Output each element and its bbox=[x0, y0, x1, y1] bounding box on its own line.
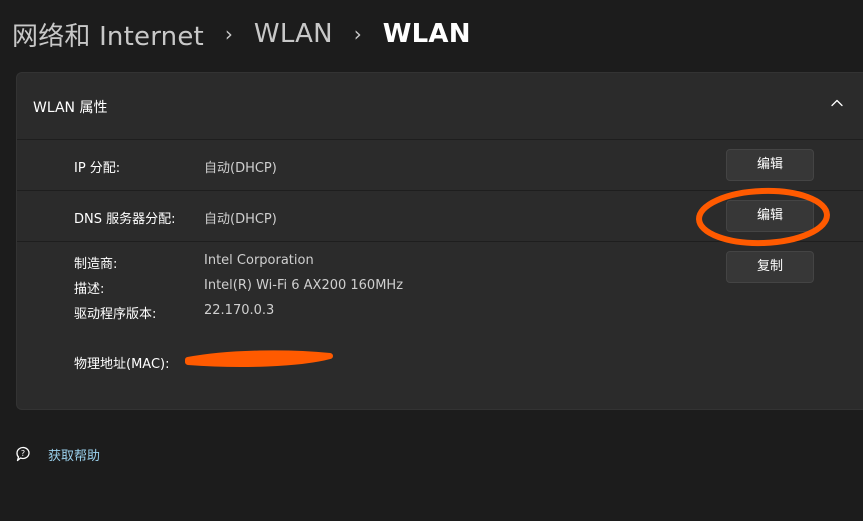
card-header[interactable]: WLAN 属性 bbox=[17, 73, 863, 140]
ip-assignment-value: 自动(DHCP) bbox=[204, 161, 277, 176]
driver-line: 驱动程序版本: 22.170.0.3 bbox=[17, 303, 863, 323]
svg-text:?: ? bbox=[21, 449, 25, 458]
edit-dns-button[interactable]: 编辑 bbox=[726, 200, 814, 232]
dns-assignment-label: DNS 服务器分配: bbox=[74, 212, 176, 227]
description-value: Intel(R) Wi-Fi 6 AX200 160MHz bbox=[204, 278, 404, 293]
chevron-up-icon[interactable] bbox=[829, 95, 845, 111]
dns-assignment-value: 自动(DHCP) bbox=[204, 212, 277, 227]
breadcrumb: 网络和 Internet › WLAN › WLAN bbox=[12, 14, 471, 54]
copy-button[interactable]: 复制 bbox=[726, 251, 814, 283]
chevron-right-icon: › bbox=[224, 22, 233, 46]
manufacturer-value: Intel Corporation bbox=[204, 253, 314, 268]
ip-assignment-row: IP 分配: 自动(DHCP) 编辑 bbox=[17, 140, 863, 191]
get-help-label: 获取帮助 bbox=[48, 448, 101, 464]
mac-label: 物理地址(MAC): bbox=[74, 357, 170, 372]
dns-assignment-row: DNS 服务器分配: 自动(DHCP) 编辑 bbox=[17, 191, 863, 242]
breadcrumb-network-internet[interactable]: 网络和 Internet bbox=[12, 16, 204, 53]
driver-label: 驱动程序版本: bbox=[74, 307, 157, 322]
ip-assignment-label: IP 分配: bbox=[74, 161, 121, 176]
description-label: 描述: bbox=[74, 282, 105, 297]
edit-ip-button[interactable]: 编辑 bbox=[726, 149, 814, 181]
manufacturer-label: 制造商: bbox=[74, 257, 118, 272]
page-title: WLAN bbox=[382, 19, 471, 49]
chevron-right-icon: › bbox=[353, 22, 362, 46]
mac-line: 物理地址(MAC): bbox=[17, 353, 863, 373]
wlan-properties-card: WLAN 属性 IP 分配: 自动(DHCP) 编辑 DNS 服务器分配: 自动… bbox=[16, 72, 863, 410]
help-chat-icon: ? bbox=[16, 446, 30, 462]
driver-value: 22.170.0.3 bbox=[204, 303, 275, 318]
card-title: WLAN 属性 bbox=[33, 100, 108, 116]
breadcrumb-wlan[interactable]: WLAN bbox=[254, 19, 333, 49]
get-help-link[interactable]: ? 获取帮助 bbox=[14, 444, 100, 464]
